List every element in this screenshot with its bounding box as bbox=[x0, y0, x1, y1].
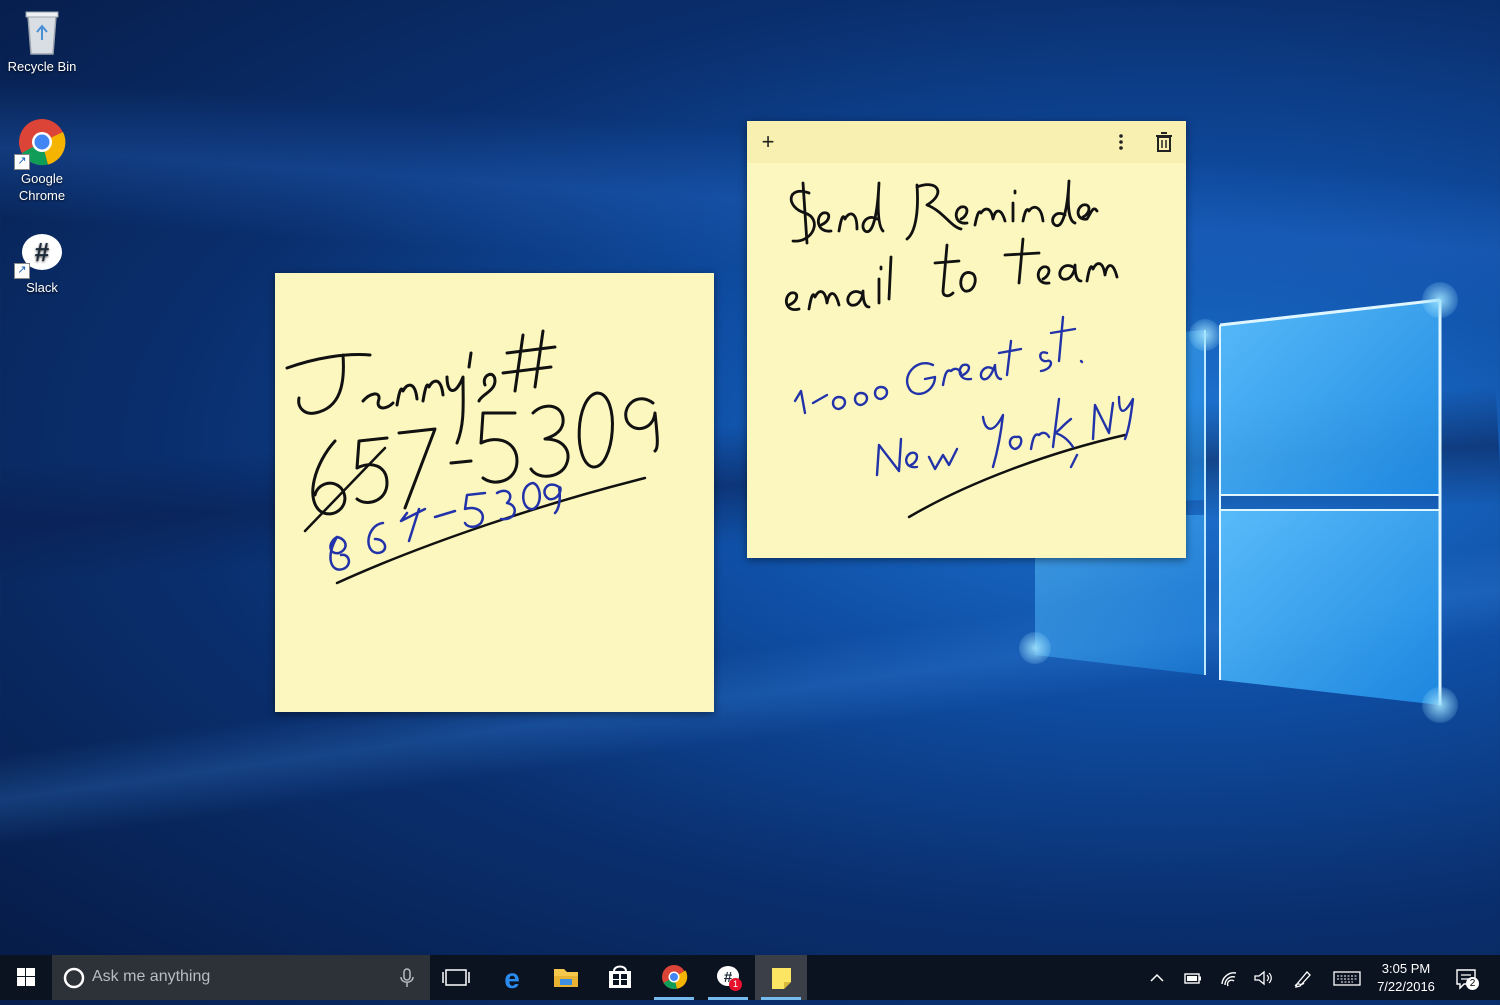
clock-time: 3:05 PM bbox=[1381, 961, 1431, 976]
clock-date: 7/22/2016 bbox=[1377, 979, 1435, 994]
note-toolbar: + bbox=[747, 121, 1186, 163]
task-view-icon bbox=[442, 969, 470, 986]
volume-icon[interactable] bbox=[1252, 967, 1274, 989]
windows-ink-pen-icon[interactable] bbox=[1292, 967, 1314, 989]
handwriting-ink bbox=[784, 179, 1135, 519]
desktop-icon-slack[interactable]: # ↗ Slack bbox=[0, 233, 84, 296]
handwriting-ink bbox=[285, 329, 659, 585]
start-button[interactable] bbox=[0, 955, 52, 1000]
battery-icon[interactable] bbox=[1182, 967, 1204, 989]
sticky-note-reminder[interactable]: + bbox=[747, 121, 1186, 558]
taskbar: Ask me anything e # 1 3:05 PM 7/22/2016 … bbox=[0, 955, 1500, 1000]
slack-notification-badge: 1 bbox=[729, 978, 742, 991]
taskbar-slack[interactable]: # 1 bbox=[702, 955, 754, 1000]
sticky-note-jenny[interactable] bbox=[275, 273, 714, 712]
notification-count-badge: 2 bbox=[1466, 977, 1479, 990]
slack-icon: # bbox=[717, 966, 739, 986]
file-explorer-icon bbox=[554, 969, 578, 987]
desktop-icon-google-chrome[interactable]: ↗ Google Chrome bbox=[0, 118, 84, 204]
microphone-icon[interactable] bbox=[398, 967, 416, 989]
sticky-notes-icon bbox=[772, 968, 791, 989]
taskbar-sticky-notes[interactable] bbox=[755, 955, 807, 1000]
slack-icon: # ↗ bbox=[14, 233, 66, 279]
recycle-bin-icon bbox=[18, 6, 66, 55]
recycle-bin-label: Recycle Bin bbox=[7, 59, 77, 74]
cortana-circle-icon bbox=[63, 967, 85, 989]
action-center-icon[interactable]: 2 bbox=[1454, 967, 1482, 990]
more-vertical-icon[interactable] bbox=[1108, 129, 1134, 155]
chrome-icon bbox=[662, 965, 688, 989]
cortana-search-box[interactable]: Ask me anything bbox=[52, 955, 430, 1000]
search-placeholder: Ask me anything bbox=[92, 968, 211, 985]
taskbar-file-explorer[interactable] bbox=[540, 955, 592, 1000]
chrome-icon: ↗ bbox=[14, 118, 66, 170]
desktop-icon-recycle-bin[interactable]: Recycle Bin bbox=[0, 6, 84, 75]
plus-icon[interactable]: + bbox=[755, 129, 781, 155]
store-icon bbox=[609, 965, 631, 988]
slack-label: Slack bbox=[26, 280, 58, 295]
svg-text:#: # bbox=[35, 237, 50, 267]
touch-keyboard-icon[interactable] bbox=[1332, 967, 1362, 989]
chevron-up-icon[interactable] bbox=[1146, 967, 1168, 989]
chrome-label: Google Chrome bbox=[18, 171, 66, 203]
taskbar-store[interactable] bbox=[594, 955, 646, 1000]
trash-icon[interactable] bbox=[1151, 129, 1177, 155]
clock[interactable]: 3:05 PM 7/22/2016 bbox=[1366, 960, 1446, 996]
windows-start-icon bbox=[17, 968, 35, 986]
task-view-button[interactable] bbox=[430, 955, 482, 1000]
wifi-icon[interactable] bbox=[1218, 967, 1240, 989]
edge-icon: e bbox=[504, 963, 520, 994]
taskbar-edge[interactable]: e bbox=[486, 955, 538, 1000]
svg-text:e: e bbox=[504, 963, 520, 994]
taskbar-chrome[interactable] bbox=[648, 955, 700, 1000]
